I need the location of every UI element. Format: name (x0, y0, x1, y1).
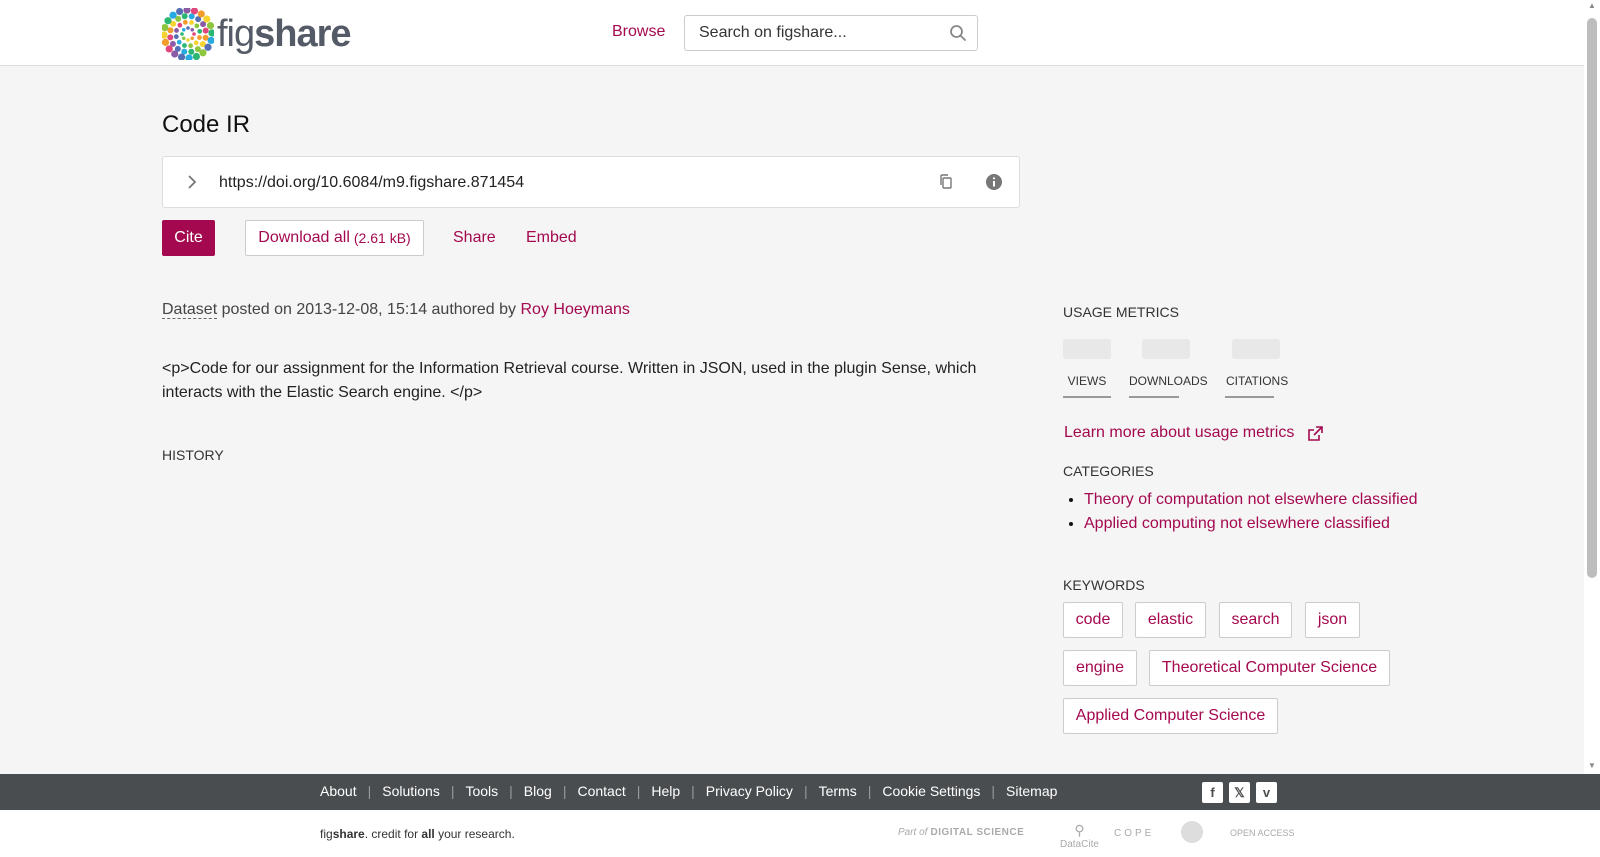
figshare-logo-icon (162, 8, 214, 60)
posted-text: posted on 2013-12-08, 15:14 authored by (217, 301, 521, 318)
categories-heading: CATEGORIES (1063, 463, 1154, 479)
usage-metrics-heading: USAGE METRICS (1063, 304, 1179, 320)
footer-separator: | (867, 783, 872, 799)
item-meta: Dataset posted on 2013-12-08, 15:14 auth… (162, 301, 630, 319)
figshare-logo[interactable]: figshare (162, 8, 352, 60)
footer-separator: | (803, 783, 808, 799)
embed-link[interactable]: Embed (526, 229, 577, 247)
search-icon[interactable] (949, 24, 967, 47)
x-twitter-icon[interactable]: 𝕏 (1229, 782, 1250, 803)
metric-value-placeholder (1232, 339, 1280, 359)
item-description: <p>Code for our assignment for the Infor… (162, 360, 977, 401)
footer-bottom: figshare. credit for all your research. … (0, 810, 1600, 857)
browse-link[interactable]: Browse (612, 23, 665, 41)
category-link[interactable]: Applied computing not elsewhere classifi… (1084, 515, 1390, 532)
footer-separator: | (691, 783, 695, 799)
category-item: Applied computing not elsewhere classifi… (1084, 512, 1418, 536)
vimeo-icon[interactable]: v (1256, 782, 1277, 803)
footer-link[interactable]: Tools (465, 783, 498, 799)
external-link-icon[interactable] (1306, 425, 1324, 448)
footer-separator: | (367, 783, 372, 799)
keyword-tag[interactable]: Applied Computer Science (1063, 698, 1278, 734)
scrollbar-thumb[interactable] (1587, 18, 1597, 578)
keyword-tag[interactable]: elastic (1135, 602, 1206, 638)
metric-label: VIEWS (1067, 374, 1107, 388)
copy-icon[interactable] (937, 173, 955, 196)
globe-logo-icon[interactable] (1180, 820, 1204, 844)
footer-link[interactable]: About (320, 783, 357, 799)
metric-citations[interactable]: CITATIONS (1222, 339, 1290, 398)
footer-separator: | (509, 783, 513, 799)
footer-separator: | (636, 783, 641, 799)
footer-links: About | Solutions | Tools | Blog | Contact | Help |… (320, 783, 1057, 799)
metric-value-placeholder (1142, 339, 1190, 359)
footer-link[interactable]: Terms (819, 783, 857, 799)
footer-separator: | (450, 783, 455, 799)
footer-link[interactable]: Help (651, 783, 680, 799)
footer-nav: About | Solutions | Tools | Blog | Contact | Help |… (0, 774, 1600, 810)
doi-link[interactable]: https://doi.org/10.6084/m9.figshare.8714… (219, 174, 524, 192)
metric-label: DOWNLOADS (1129, 374, 1208, 388)
download-label: Download all (258, 229, 350, 246)
category-item: Theory of computation not elsewhere clas… (1084, 488, 1418, 512)
author-link[interactable]: Roy Hoeymans (520, 301, 629, 318)
page-title: Code IR (162, 111, 251, 138)
site-header: figshare Browse (0, 0, 1584, 66)
digital-science-logo[interactable]: Part of DIGITAL SCIENCE (898, 827, 1024, 838)
footer-tagline: figshare. credit for all your research. (320, 827, 515, 841)
metric-downloads[interactable]: DOWNLOADS (1125, 339, 1208, 398)
footer-link[interactable]: Solutions (382, 783, 440, 799)
doi-box: https://doi.org/10.6084/m9.figshare.8714… (162, 156, 1020, 208)
scroll-down-icon[interactable]: ▼ (1588, 762, 1596, 770)
category-list: Theory of computation not elsewhere clas… (1084, 488, 1418, 536)
footer-separator: | (991, 783, 996, 799)
cope-logo[interactable]: COPE (1114, 828, 1154, 839)
footer-link[interactable]: Privacy Policy (706, 783, 793, 799)
search-input[interactable] (685, 16, 925, 50)
share-link[interactable]: Share (453, 229, 496, 247)
keywords-heading: KEYWORDS (1063, 577, 1145, 593)
cite-button[interactable]: Cite (162, 220, 215, 256)
search-box (684, 15, 978, 51)
logo-text: figshare (217, 13, 352, 55)
datacite-logo[interactable]: ⚲ DataCite (1060, 822, 1099, 850)
item-type[interactable]: Dataset (162, 301, 218, 319)
footer-link[interactable]: Contact (577, 783, 625, 799)
keyword-tag[interactable]: json (1305, 602, 1360, 638)
history-heading: HISTORY (162, 447, 224, 463)
keyword-tag[interactable]: Theoretical Computer Science (1149, 650, 1390, 686)
keyword-tag[interactable]: search (1219, 602, 1292, 638)
page-scrollbar[interactable]: ▲ ▼ (1584, 0, 1600, 774)
footer-separator: | (562, 783, 567, 799)
metric-value-placeholder (1063, 339, 1111, 359)
keyword-tag[interactable]: code (1063, 602, 1123, 638)
scroll-up-icon[interactable]: ▲ (1588, 2, 1596, 10)
footer-link[interactable]: Sitemap (1006, 783, 1057, 799)
download-size: (2.61 kB) (353, 230, 411, 246)
open-access-logo[interactable]: OPEN ACCESS (1230, 828, 1295, 838)
learn-more-usage-link[interactable]: Learn more about usage metrics (1064, 424, 1294, 442)
facebook-icon[interactable]: f (1202, 782, 1223, 803)
download-all-button[interactable]: Download all (2.61 kB) (245, 220, 424, 256)
footer-link[interactable]: Cookie Settings (882, 783, 980, 799)
chevron-right-icon[interactable] (183, 173, 201, 196)
metric-views[interactable]: VIEWS (1063, 339, 1111, 398)
keyword-tag[interactable]: engine (1063, 650, 1137, 686)
info-icon[interactable] (985, 173, 1003, 196)
footer-link[interactable]: Blog (524, 783, 552, 799)
metric-label: CITATIONS (1226, 374, 1289, 388)
category-link[interactable]: Theory of computation not elsewhere clas… (1084, 491, 1418, 508)
